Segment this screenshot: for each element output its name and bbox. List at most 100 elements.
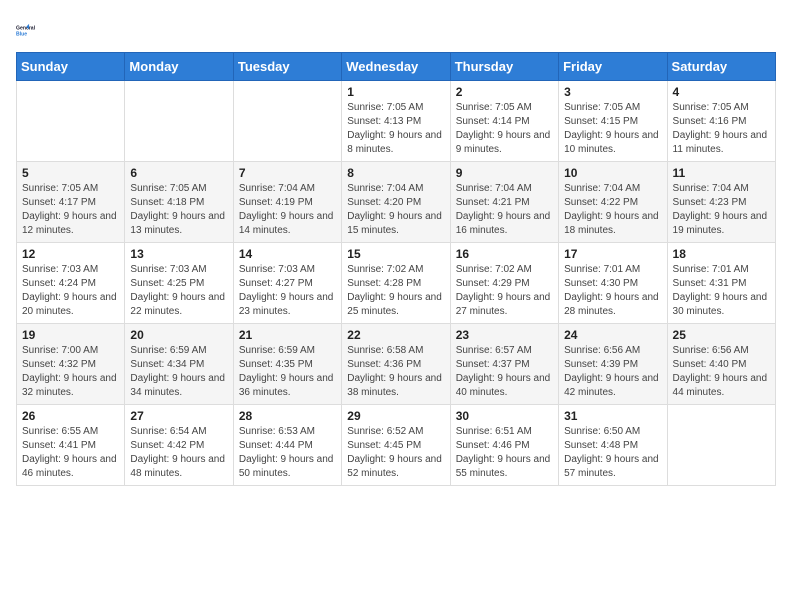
day-info: Sunrise: 7:05 AMSunset: 4:17 PMDaylight:… [22, 182, 119, 238]
day-info: Sunrise: 7:04 AMSunset: 4:22 PMDaylight:… [564, 182, 661, 238]
day-info: Sunrise: 7:05 AMSunset: 4:18 PMDaylight:… [130, 182, 227, 238]
week-row-5: 26Sunrise: 6:55 AMSunset: 4:41 PMDayligh… [17, 405, 776, 486]
day-number: 21 [239, 328, 336, 342]
day-cell: 7Sunrise: 7:04 AMSunset: 4:19 PMDaylight… [233, 162, 341, 243]
day-info: Sunrise: 7:01 AMSunset: 4:30 PMDaylight:… [564, 263, 661, 319]
day-info: Sunrise: 7:03 AMSunset: 4:24 PMDaylight:… [22, 263, 119, 319]
day-cell: 12 Sunrise: 7:03 AMSunset: 4:24 PMDayligh… [17, 243, 125, 324]
day-cell: 18 Sunrise: 7:01 AMSunset: 4:31 PMDayligh… [667, 243, 775, 324]
day-cell: 22 Sunrise: 6:58 AMSunset: 4:36 PMDayligh… [342, 324, 450, 405]
day-cell: 15 Sunrise: 7:02 AMSunset: 4:28 PMDayligh… [342, 243, 450, 324]
day-cell: 4 Sunrise: 7:05 AMSunset: 4:16 PMDaylight… [667, 81, 775, 162]
day-number: 13 [130, 247, 227, 261]
day-number: 12 [22, 247, 119, 261]
day-info: Sunrise: 6:57 AMSunset: 4:37 PMDaylight:… [456, 344, 553, 400]
days-header-row: SundayMondayTuesdayWednesdayThursdayFrid… [17, 53, 776, 81]
day-number: 1 [347, 85, 444, 99]
day-header-sunday: Sunday [17, 53, 125, 81]
day-info: Sunrise: 6:54 AMSunset: 4:42 PMDaylight:… [130, 425, 227, 481]
day-number: 14 [239, 247, 336, 261]
day-number: 4 [673, 85, 770, 99]
day-cell: 24 Sunrise: 6:56 AMSunset: 4:39 PMDayligh… [559, 324, 667, 405]
day-cell [233, 81, 341, 162]
day-number: 9 [456, 166, 553, 180]
day-number: 16 [456, 247, 553, 261]
day-info: Sunrise: 7:03 AMSunset: 4:27 PMDaylight:… [239, 263, 336, 319]
logo: General Blue [16, 16, 44, 44]
day-cell: 31Sunrise: 6:50 AMSunset: 4:48 PMDayligh… [559, 405, 667, 486]
day-number: 20 [130, 328, 227, 342]
week-row-4: 19Sunrise: 7:00 AMSunset: 4:32 PMDayligh… [17, 324, 776, 405]
day-cell: 11Sunrise: 7:04 AMSunset: 4:23 PMDayligh… [667, 162, 775, 243]
day-number: 15 [347, 247, 444, 261]
day-cell: 2 Sunrise: 7:05 AMSunset: 4:14 PMDaylight… [450, 81, 558, 162]
day-cell: 6Sunrise: 7:05 AMSunset: 4:18 PMDaylight… [125, 162, 233, 243]
day-cell: 20 Sunrise: 6:59 AMSunset: 4:34 PMDayligh… [125, 324, 233, 405]
day-number: 28 [239, 409, 336, 423]
day-info: Sunrise: 7:01 AMSunset: 4:31 PMDaylight:… [673, 263, 770, 319]
week-row-1: 1 Sunrise: 7:05 AMSunset: 4:13 PMDaylight… [17, 81, 776, 162]
day-info: Sunrise: 7:04 AMSunset: 4:21 PMDaylight:… [456, 182, 553, 238]
day-info: Sunrise: 7:05 AMSunset: 4:15 PMDaylight:… [564, 101, 661, 157]
day-cell: 8 Sunrise: 7:04 AMSunset: 4:20 PMDaylight… [342, 162, 450, 243]
day-number: 18 [673, 247, 770, 261]
day-header-wednesday: Wednesday [342, 53, 450, 81]
day-info: Sunrise: 7:05 AMSunset: 4:14 PMDaylight:… [456, 101, 553, 157]
day-cell: 19Sunrise: 7:00 AMSunset: 4:32 PMDayligh… [17, 324, 125, 405]
day-cell: 17 Sunrise: 7:01 AMSunset: 4:30 PMDayligh… [559, 243, 667, 324]
day-cell: 3 Sunrise: 7:05 AMSunset: 4:15 PMDaylight… [559, 81, 667, 162]
day-number: 17 [564, 247, 661, 261]
day-cell: 5 Sunrise: 7:05 AMSunset: 4:17 PMDaylight… [17, 162, 125, 243]
day-number: 30 [456, 409, 553, 423]
day-cell: 25 Sunrise: 6:56 AMSunset: 4:40 PMDayligh… [667, 324, 775, 405]
logo-icon: General Blue [16, 16, 44, 44]
day-info: Sunrise: 6:56 AMSunset: 4:39 PMDaylight:… [564, 344, 661, 400]
day-info: Sunrise: 6:50 AMSunset: 4:48 PMDaylight:… [564, 425, 661, 481]
day-number: 10 [564, 166, 661, 180]
week-row-3: 12 Sunrise: 7:03 AMSunset: 4:24 PMDayligh… [17, 243, 776, 324]
day-number: 2 [456, 85, 553, 99]
day-number: 26 [22, 409, 119, 423]
day-cell: 10 Sunrise: 7:04 AMSunset: 4:22 PMDayligh… [559, 162, 667, 243]
day-info: Sunrise: 6:53 AMSunset: 4:44 PMDaylight:… [239, 425, 336, 481]
day-cell: 13 Sunrise: 7:03 AMSunset: 4:25 PMDayligh… [125, 243, 233, 324]
day-cell: 9 Sunrise: 7:04 AMSunset: 4:21 PMDaylight… [450, 162, 558, 243]
day-number: 23 [456, 328, 553, 342]
day-cell: 16 Sunrise: 7:02 AMSunset: 4:29 PMDayligh… [450, 243, 558, 324]
day-info: Sunrise: 6:58 AMSunset: 4:36 PMDaylight:… [347, 344, 444, 400]
day-cell: 28 Sunrise: 6:53 AMSunset: 4:44 PMDayligh… [233, 405, 341, 486]
day-info: Sunrise: 6:59 AMSunset: 4:34 PMDaylight:… [130, 344, 227, 400]
svg-text:General: General [16, 26, 36, 32]
day-number: 24 [564, 328, 661, 342]
day-number: 19 [22, 328, 119, 342]
day-number: 27 [130, 409, 227, 423]
day-number: 25 [673, 328, 770, 342]
day-number: 5 [22, 166, 119, 180]
day-number: 7 [239, 166, 336, 180]
day-info: Sunrise: 7:02 AMSunset: 4:28 PMDaylight:… [347, 263, 444, 319]
day-number: 22 [347, 328, 444, 342]
day-cell [667, 405, 775, 486]
day-cell: 21Sunrise: 6:59 AMSunset: 4:35 PMDayligh… [233, 324, 341, 405]
day-info: Sunrise: 7:02 AMSunset: 4:29 PMDaylight:… [456, 263, 553, 319]
day-header-thursday: Thursday [450, 53, 558, 81]
day-number: 8 [347, 166, 444, 180]
day-header-monday: Monday [125, 53, 233, 81]
day-number: 29 [347, 409, 444, 423]
day-cell [125, 81, 233, 162]
day-info: Sunrise: 7:05 AMSunset: 4:13 PMDaylight:… [347, 101, 444, 157]
day-number: 3 [564, 85, 661, 99]
day-cell: 29Sunrise: 6:52 AMSunset: 4:45 PMDayligh… [342, 405, 450, 486]
day-header-tuesday: Tuesday [233, 53, 341, 81]
day-cell: 14 Sunrise: 7:03 AMSunset: 4:27 PMDayligh… [233, 243, 341, 324]
day-info: Sunrise: 7:05 AMSunset: 4:16 PMDaylight:… [673, 101, 770, 157]
day-info: Sunrise: 6:51 AMSunset: 4:46 PMDaylight:… [456, 425, 553, 481]
day-cell: 26Sunrise: 6:55 AMSunset: 4:41 PMDayligh… [17, 405, 125, 486]
day-info: Sunrise: 7:04 AMSunset: 4:20 PMDaylight:… [347, 182, 444, 238]
day-header-saturday: Saturday [667, 53, 775, 81]
day-info: Sunrise: 7:04 AMSunset: 4:23 PMDaylight:… [673, 182, 770, 238]
day-info: Sunrise: 6:56 AMSunset: 4:40 PMDaylight:… [673, 344, 770, 400]
svg-text:Blue: Blue [16, 32, 27, 38]
day-info: Sunrise: 7:03 AMSunset: 4:25 PMDaylight:… [130, 263, 227, 319]
week-row-2: 5 Sunrise: 7:05 AMSunset: 4:17 PMDaylight… [17, 162, 776, 243]
